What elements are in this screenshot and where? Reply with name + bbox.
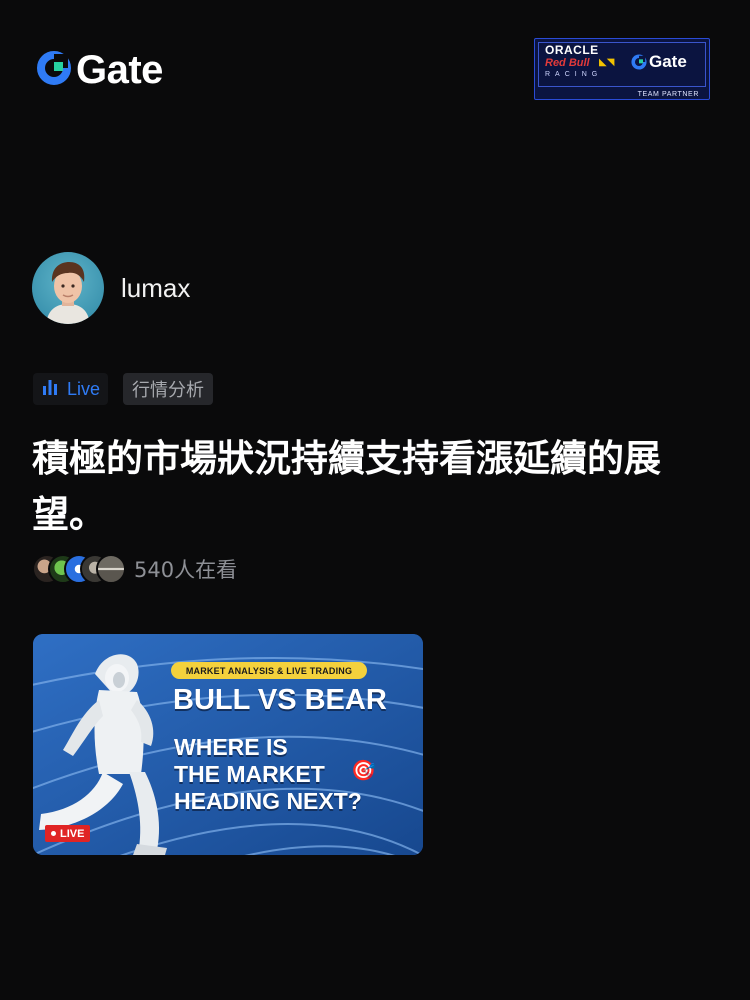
thumbnail-subline: WHERE IS [174, 734, 288, 760]
gate-small-icon [631, 54, 647, 70]
thumbnail-kicker: MARKET ANALYSIS & LIVE TRADING [185, 665, 353, 676]
tag-live[interactable]: Live [33, 373, 109, 405]
post-title: 積極的市場狀況持續支持看漲延續的展望。 [32, 437, 661, 536]
partner-gate-text: Gate [649, 52, 687, 71]
gate-logo-text: Gate [76, 48, 163, 92]
tag-live-label: Live [67, 378, 101, 399]
viewers-count-text: 540人在看 [134, 558, 238, 582]
live-badge-label: LIVE [60, 827, 85, 840]
thumbnail-subline: HEADING NEXT? [174, 788, 362, 814]
thumbnail-subheadline: WHERE IS THE MARKET HEADING NEXT? [174, 734, 414, 815]
user-avatar-icon [46, 262, 90, 324]
gate-logo[interactable]: Gate [36, 50, 163, 90]
tag-market-analysis[interactable]: 行情分析 [123, 373, 213, 405]
post-detail-page: Gate ORACLE Red Bull ◣◥ RACING Gate TEAM… [0, 0, 750, 1000]
live-badge: LIVE [45, 825, 91, 842]
gate-logo-icon [36, 50, 72, 90]
partner-gate-logo: Gate [631, 52, 687, 72]
target-icon: 🎯 [351, 758, 376, 782]
partner-redbull-text: Red Bull [545, 57, 590, 69]
thumbnail-kicker-pill: MARKET ANALYSIS & LIVE TRADING [171, 662, 367, 679]
team-partner-badge: ORACLE Red Bull ◣◥ RACING Gate TEAM PART… [534, 38, 710, 100]
viewers-row: 540人在看 [32, 553, 237, 585]
author-name[interactable]: lumax [121, 273, 190, 304]
live-stream-thumbnail[interactable]: MARKET ANALYSIS & LIVE TRADING BULL VS B… [33, 634, 423, 855]
bar-chart-icon [41, 378, 59, 400]
tag-topic-label: 行情分析 [132, 380, 204, 401]
live-dot-icon [51, 831, 56, 836]
thumbnail-headline: BULL VS BEAR [173, 684, 387, 716]
partner-racing-text: RACING [545, 71, 603, 78]
thumbnail-subline: THE MARKET [174, 761, 325, 787]
team-partner-caption: TEAM PARTNER [637, 91, 699, 98]
partner-oracle-text: ORACLE [545, 43, 599, 57]
author-avatar[interactable] [32, 252, 104, 324]
viewer-avatar [96, 554, 126, 584]
bull-logo-icon: ◣◥ [599, 57, 615, 68]
